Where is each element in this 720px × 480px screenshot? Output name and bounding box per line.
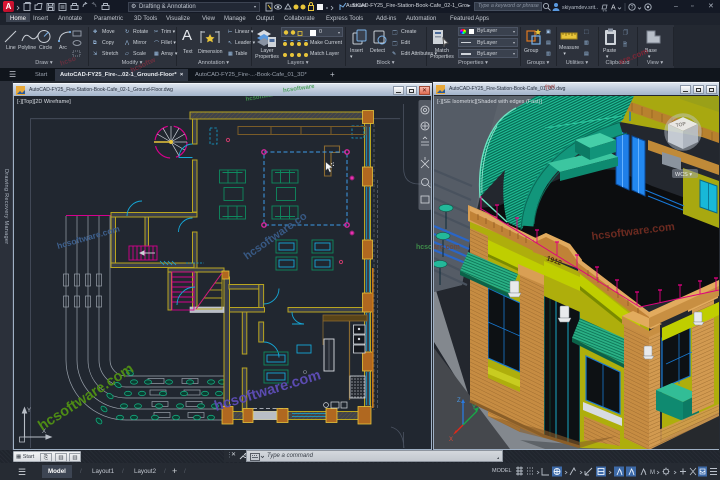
svg-text:hcsof: hcsof <box>416 244 431 251</box>
svg-text:Y: Y <box>472 405 476 411</box>
svg-text:?: ? <box>631 5 634 11</box>
svg-text:WCS ▾: WCS ▾ <box>675 172 692 178</box>
svg-text:skiyamdev.srit..: skiyamdev.srit.. <box>562 5 598 11</box>
svg-text:A: A <box>611 4 616 11</box>
svg-text:M: M <box>650 470 655 476</box>
svg-text:Z: Z <box>457 398 461 404</box>
svg-text:are.com: are.com <box>434 244 460 251</box>
svg-text:X: X <box>449 437 453 443</box>
svg-text:Y: Y <box>27 408 31 414</box>
